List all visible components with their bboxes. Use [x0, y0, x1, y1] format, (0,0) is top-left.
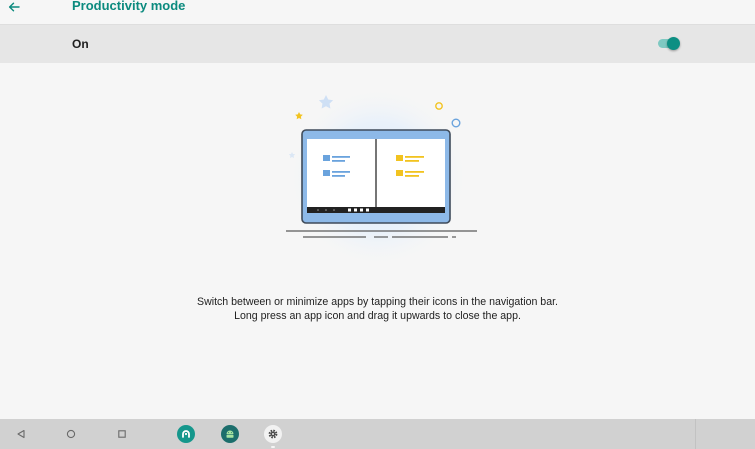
recents-square-icon [118, 430, 126, 438]
tablet-nav-strip [307, 207, 445, 213]
nav-recents-button[interactable] [109, 419, 135, 449]
circle-decoration [451, 118, 461, 128]
description-text: Switch between or minimize apps by tappi… [0, 295, 755, 323]
productivity-toggle[interactable] [658, 34, 680, 52]
back-button[interactable] [2, 0, 26, 18]
switch-label: On [72, 37, 89, 51]
android-icon [226, 430, 234, 438]
nav-home-button[interactable] [58, 419, 84, 449]
back-triangle-icon [17, 429, 25, 439]
teal-app-shortcut[interactable] [177, 425, 195, 443]
running-indicator [271, 446, 275, 448]
arrow-left-icon [8, 2, 20, 12]
productivity-switch-row[interactable]: On [0, 25, 755, 63]
page-title: Productivity mode [72, 0, 186, 13]
settings-app-shortcut[interactable] [264, 425, 282, 443]
android-app-shortcut[interactable] [221, 425, 239, 443]
nav-back-button[interactable] [8, 419, 34, 449]
nav-divider [695, 419, 696, 449]
settings-gear-icon [268, 429, 278, 439]
star-icon [295, 112, 303, 120]
description-line-2: Long press an app icon and drag it upwar… [234, 310, 521, 322]
system-navigation-bar [0, 419, 755, 449]
home-circle-icon [66, 429, 76, 439]
description-line-1: Switch between or minimize apps by tappi… [197, 296, 558, 308]
app-bar: Productivity mode [0, 0, 755, 25]
teal-app-icon [182, 430, 190, 438]
productivity-illustration [286, 85, 477, 269]
toggle-thumb [667, 37, 680, 50]
